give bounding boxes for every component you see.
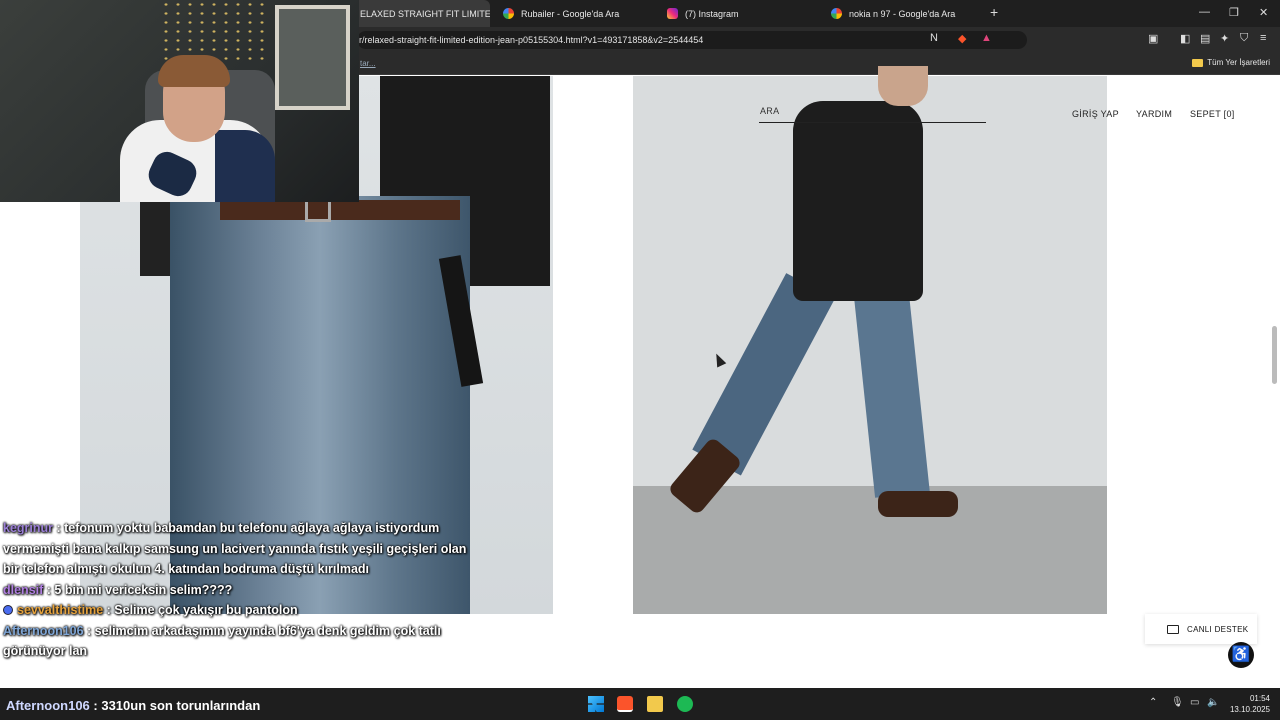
badge-icon [3,605,13,615]
chat-ticker: Afternoon106 : 3310un son torunlarından [6,698,260,713]
media-icon[interactable]: ▣ [1148,32,1158,45]
sidebar-icon[interactable]: ◧ [1180,32,1190,45]
chat-message: dlensif : 5 bin mi vericeksin selim???? [3,580,473,601]
windows-start-icon[interactable] [588,696,604,712]
chat-message: sevvalthistime : Selime çok yakışır bu p… [3,600,473,621]
url-field[interactable]: r/relaxed-straight-fit-limited-edition-j… [357,31,1027,49]
tab-google-rubailer[interactable]: Rubailer - Google'da Ara [493,0,653,27]
shoe-shape [878,491,958,517]
brave-icon[interactable] [617,696,633,712]
jacket-shape [793,101,923,301]
stream-chat-overlay: kegrinur : tefonum yoktu babamdan bu tel… [3,518,473,662]
chat-username: sevvalthistime [17,603,104,617]
tab-google-nokia[interactable]: nokia n 97 - Google'da Ara [821,0,981,27]
minimize-button[interactable]: — [1199,6,1210,18]
product-image-full[interactable] [633,66,1107,614]
chat-text: : Selime çok yakışır bu pantolon [103,603,298,617]
google-icon [503,8,514,19]
chat-text: : tefonum yoktu babamdan bu telefonu ağl… [3,521,467,576]
brave-rewards-icon[interactable]: ▲ [981,32,992,44]
bookmark-item[interactable]: tar... [360,59,376,68]
taskbar: Afternoon106 : 3310un son torunlarından … [0,688,1280,720]
cart-link[interactable]: SEPET [0] [1190,109,1235,119]
tab-label: nokia n 97 - Google'da Ara [849,8,956,19]
chat-username: dlensif [3,582,44,597]
folder-icon [1192,58,1204,67]
search-underline [759,122,986,123]
chat-username: Afternoon106 [3,623,84,638]
new-tab-button[interactable]: + [990,4,998,20]
close-window-button[interactable]: ✕ [1259,6,1268,19]
screen: ELAXED STRAIGHT FIT LIMITED ✕ Rubailer -… [0,0,1280,720]
scrollbar-thumb[interactable] [1272,326,1277,384]
live-support-label: CANLI DESTEK [1187,624,1249,634]
webcam-overlay [0,0,359,202]
chat-icon [1167,624,1179,634]
tab-label: Rubailer - Google'da Ara [521,8,620,19]
translate-icon[interactable]: Ν [930,32,938,44]
brave-shields-icon[interactable]: ◆ [958,32,966,45]
tab-active[interactable]: ELAXED STRAIGHT FIT LIMITED ✕ [350,0,490,27]
clock-time: 01:54 [1249,694,1270,703]
head-shape [878,66,928,106]
all-bookmarks-button[interactable]: Tüm Yer İşaretleri [1192,58,1270,67]
login-link[interactable]: GİRİŞ YAP [1072,109,1119,119]
file-explorer-icon[interactable] [647,696,663,712]
instagram-icon [667,8,678,19]
leo-ai-icon[interactable]: ✦ [1220,32,1229,45]
search-label[interactable]: ARA [760,106,779,116]
streamer-hair [158,55,230,87]
clock[interactable]: 01:54 13.10.2025 [1226,693,1270,715]
fairy-lights [160,0,270,60]
chevron-up-icon[interactable]: ⌃ [1149,697,1157,708]
room-window [275,5,350,110]
chat-username: kegrinur [3,521,54,535]
tab-label: (7) Instagram [685,8,739,19]
network-icon[interactable]: ▭ [1190,697,1199,708]
volume-icon[interactable]: 🔈 [1207,697,1219,708]
belt-shape [220,200,460,220]
spotify-icon[interactable] [677,696,693,712]
chat-text: : 5 bin mi vericeksin selim???? [43,582,233,597]
ticker-username: Afternoon106 [6,698,90,713]
microphone-icon[interactable]: 🎙 [1171,697,1184,708]
ticker-text: : 3310un son torunlarından [89,698,261,713]
clock-date: 13.10.2025 [1229,705,1270,714]
vpn-icon[interactable]: ⛉ [1240,32,1248,45]
chat-message: kegrinur : tefonum yoktu babamdan bu tel… [3,518,473,580]
chat-message: Afternoon106 : selimcim arkadaşımın yayı… [3,621,473,662]
all-bookmarks-label: Tüm Yer İşaretleri [1207,58,1270,67]
google-icon [831,8,842,19]
streamer-sleeve [215,130,275,202]
leg-shape [853,283,930,498]
help-link[interactable]: YARDIM [1136,109,1172,119]
wallet-icon[interactable]: ▤ [1200,32,1210,45]
tab-instagram[interactable]: (7) Instagram [657,0,817,27]
restore-button[interactable]: ❐ [1229,6,1239,19]
live-support-button[interactable]: CANLI DESTEK [1145,614,1257,644]
tab-label: ELAXED STRAIGHT FIT LIMITED [360,8,490,19]
accessibility-icon[interactable]: ♿ [1228,642,1254,668]
menu-icon[interactable]: ≡ [1260,32,1266,44]
